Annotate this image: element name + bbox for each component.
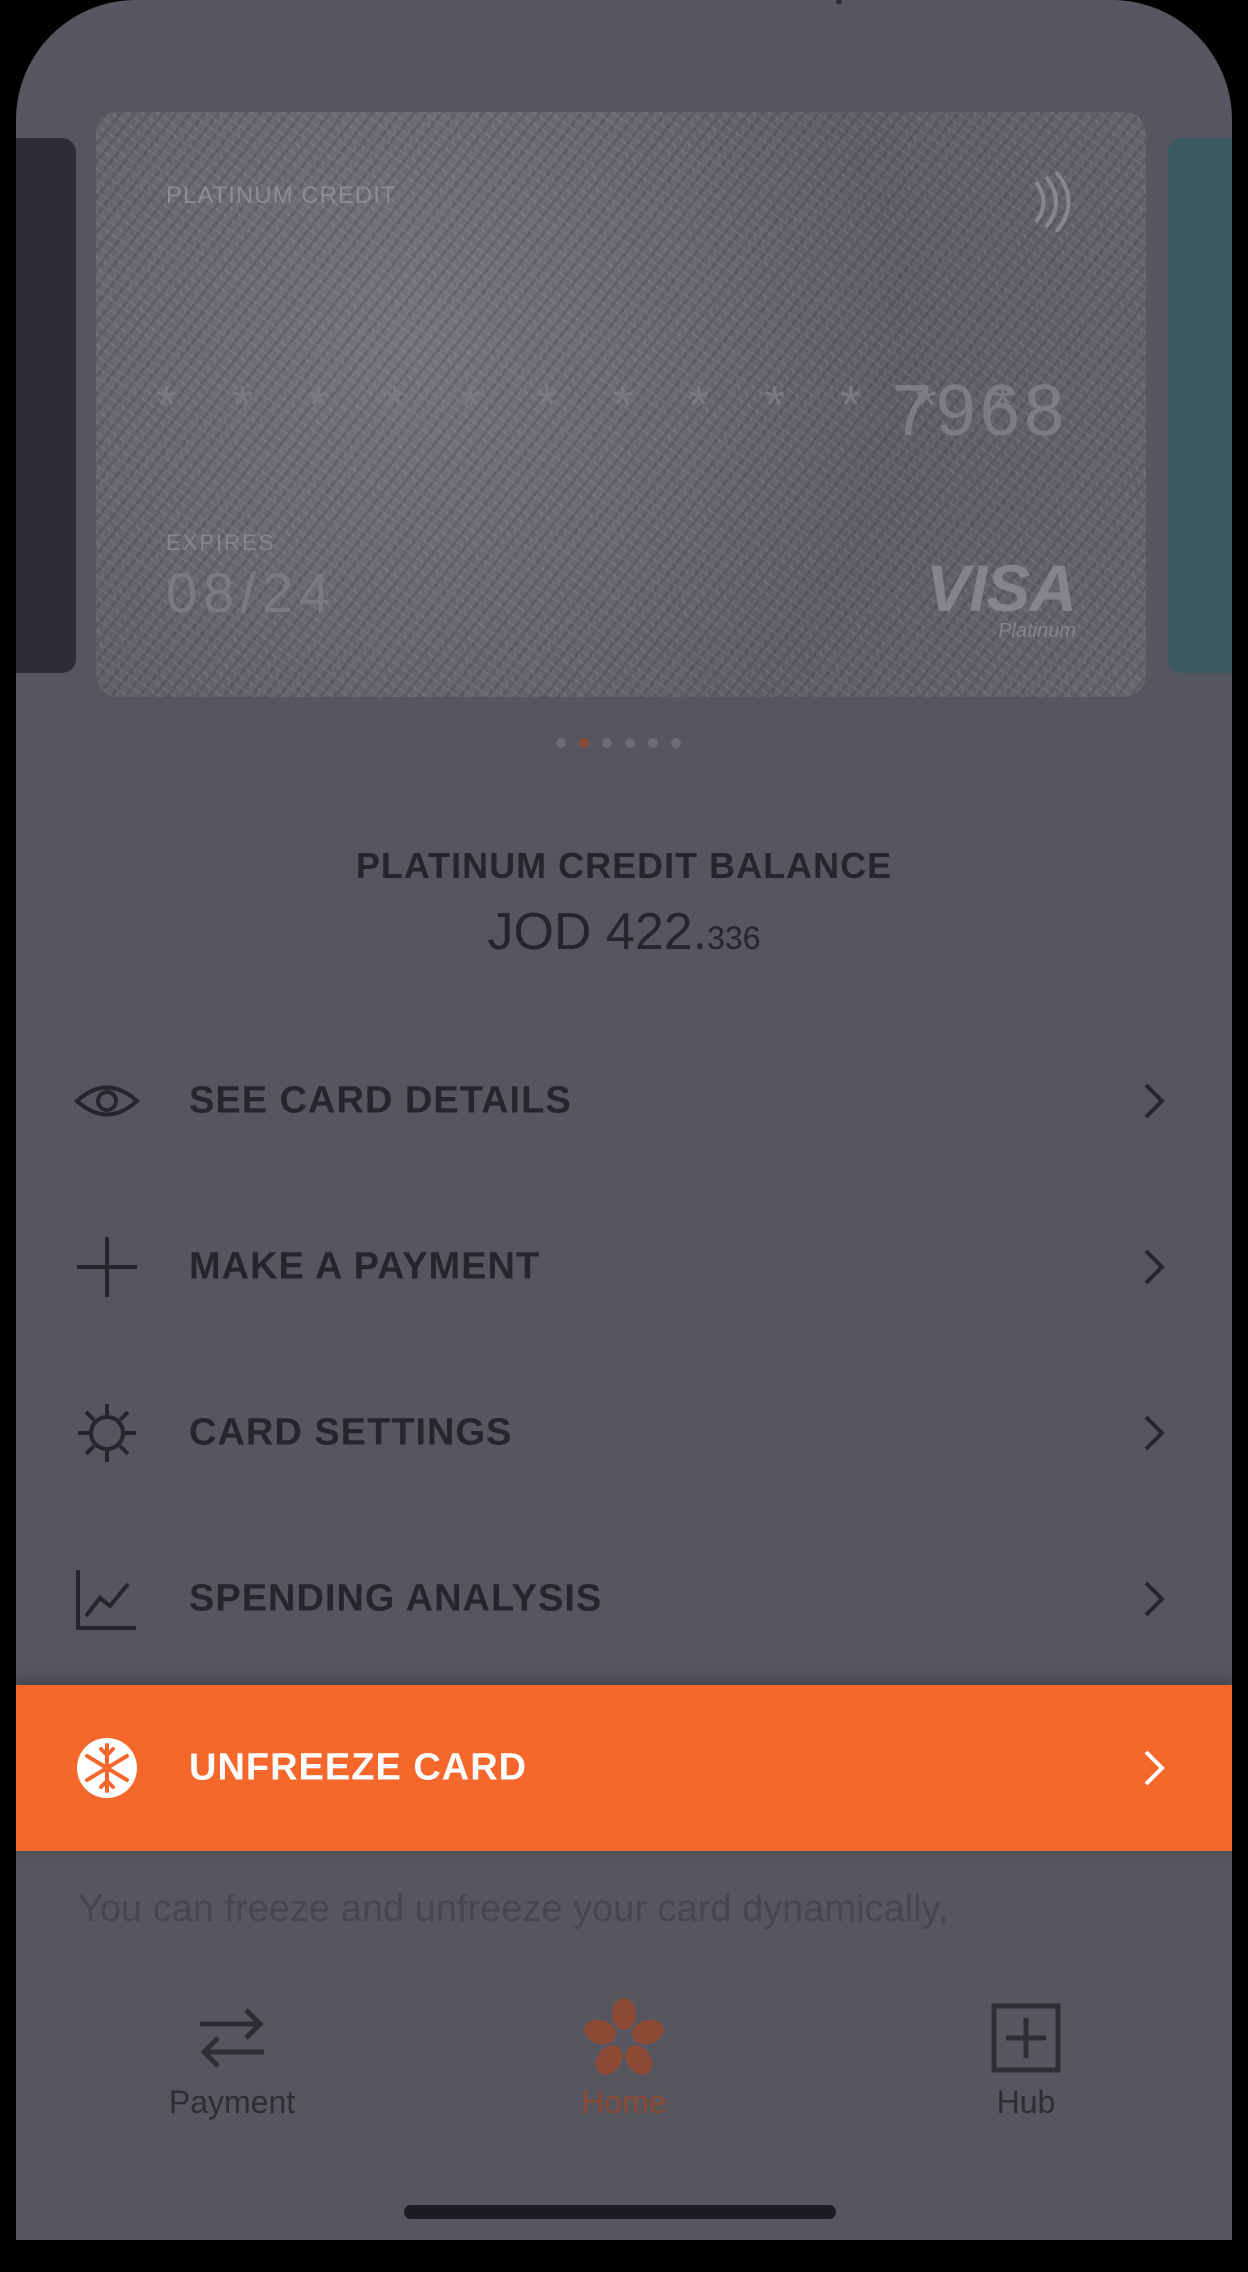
card-brand-tier: Platinum [998,620,1076,642]
see-card-details-label: SEE CARD DETAILS [189,1079,572,1122]
gear-icon [78,1404,136,1462]
previous-card-peek[interactable] [16,138,76,673]
carousel-dot[interactable] [671,738,681,748]
card-brand-logo: VISA [925,551,1077,625]
home-indicator[interactable] [404,2205,836,2219]
spending-analysis-label: SPENDING ANALYSIS [189,1577,603,1620]
tab-payment[interactable]: Payment [82,1960,382,2160]
chevron-right-icon [1144,1249,1165,1285]
tab-hub-label: Hub [996,2084,1056,2120]
balance-amount-decimals: 336 [707,920,761,956]
tab-home-label: Home [581,2084,667,2120]
spending-analysis-row[interactable]: SPENDING ANALYSIS [16,1516,1232,1682]
credit-card[interactable]: PLATINUM CREDIT * * * * * * * * * * * * … [96,112,1146,697]
card-settings-row[interactable]: CARD SETTINGS [16,1350,1232,1516]
chevron-right-icon [1144,1083,1165,1119]
plus-icon [77,1237,137,1297]
bottom-tab-bar: Payment Home Hub [16,1960,1232,2160]
balance-amount-main: JOD 422. [487,903,708,961]
chevron-right-icon [1144,1581,1165,1617]
tab-hub[interactable]: Hub [876,1960,1176,2160]
status-indicator [836,0,842,4]
carousel-dot[interactable] [648,738,658,748]
chevron-right-icon [1144,1750,1165,1786]
unfreeze-card-label: UNFREEZE CARD [189,1746,528,1789]
card-settings-label: CARD SETTINGS [189,1411,513,1454]
transfer-arrows-icon [200,2008,264,2068]
snowflake-icon [77,1738,137,1798]
contactless-icon [1034,172,1071,232]
unfreeze-card-row[interactable]: UNFREEZE CARD [16,1685,1232,1851]
carousel-dot[interactable] [579,738,589,748]
make-a-payment-row[interactable]: MAKE A PAYMENT [16,1184,1232,1350]
next-card-peek[interactable] [1168,138,1232,673]
balance-title: PLATINUM CREDIT BALANCE [355,845,893,886]
carousel-dot[interactable] [625,738,635,748]
card-type-label: PLATINUM CREDIT [166,182,397,209]
expiry-label: EXPIRES [166,530,276,555]
eye-icon [74,1085,140,1117]
carousel-dot[interactable] [602,738,612,748]
chart-icon [76,1570,136,1630]
see-card-details-row[interactable]: SEE CARD DETAILS [16,1018,1232,1184]
chevron-right-icon [1144,1415,1165,1451]
make-a-payment-label: MAKE A PAYMENT [189,1245,541,1288]
tab-home[interactable]: Home [474,1960,774,2160]
balance-amount: JOD 422.336 [16,902,1232,962]
plus-square-icon [991,2003,1061,2073]
expiry-date: 08/24 [166,561,337,624]
carousel-dot[interactable] [556,738,566,748]
app-screen: PLATINUM CREDIT * * * * * * * * * * * * … [16,0,1232,2240]
carousel-dots [556,738,681,748]
card-last-four: 7968 [891,371,1068,451]
freeze-info-text: You can freeze and unfreeze your card dy… [78,1888,949,1930]
tab-payment-label: Payment [168,2084,296,2120]
home-flower-icon [584,1998,664,2075]
